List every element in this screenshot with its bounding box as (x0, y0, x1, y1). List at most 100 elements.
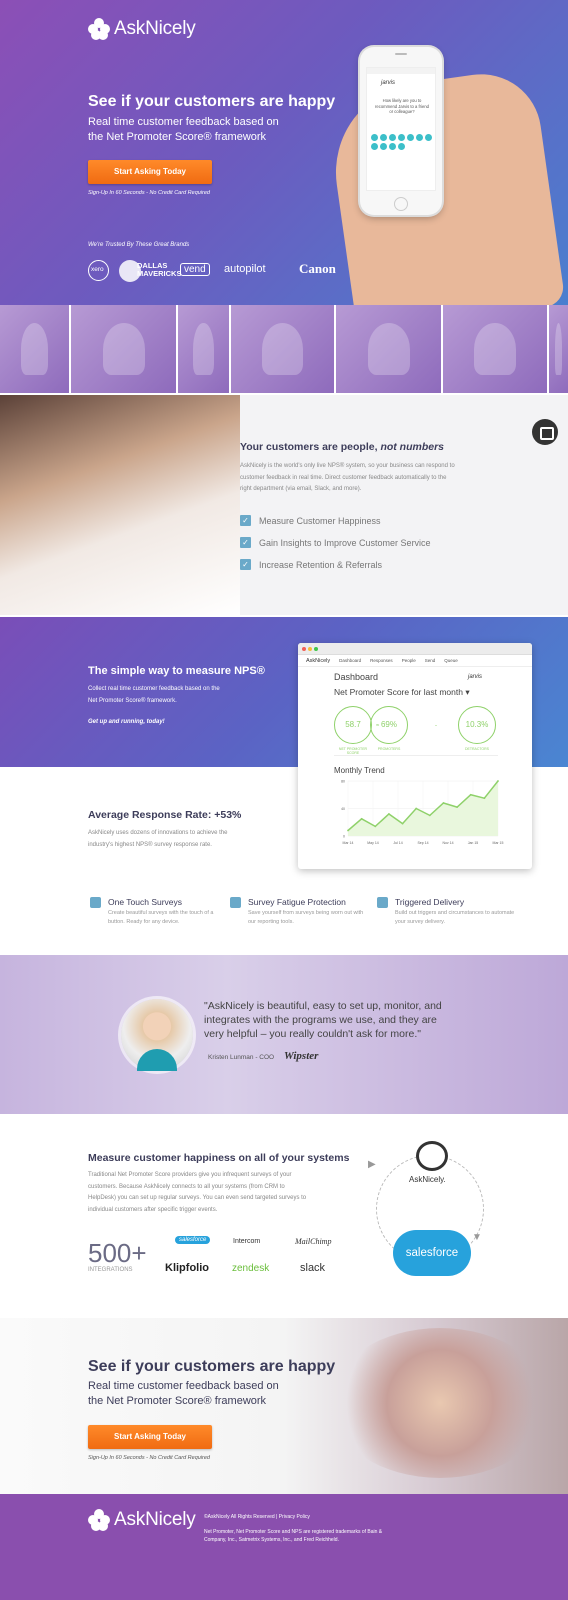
x-tick-label: Jan 15 (468, 841, 479, 845)
testimonial-quote: "AskNicely is beautiful, easy to set up,… (204, 1000, 442, 1040)
hero-title: See if your customers are happy (88, 93, 336, 110)
nav-send[interactable]: Send (425, 658, 436, 663)
nps-body: Collect real time customer feedback base… (88, 686, 220, 704)
mobile-icon (90, 897, 101, 908)
photo (71, 305, 178, 393)
feature-desc: Save yourself from surveys being worn ou… (248, 910, 364, 925)
nps-title: The simple way to measure NPS® (88, 665, 265, 677)
photo (336, 305, 443, 393)
arrow-icon: ▶ (368, 1159, 376, 1170)
trend-point (360, 817, 363, 820)
dallas-mavericks-logo: DALLAS MAVERICKS (137, 261, 182, 278)
integrations-count: 500+ (88, 1238, 147, 1268)
feature-title: Triggered Delivery (395, 897, 465, 907)
chat-bubble-icon (416, 1141, 448, 1171)
klipfolio-logo: Klipfolio (165, 1262, 209, 1274)
footer-legal: Net Promoter, Net Promoter Score and NPS… (204, 1529, 383, 1543)
nav-responses[interactable]: Responses (370, 658, 393, 663)
check-item: ✓ Increase Retention & Referrals (240, 559, 382, 570)
phone-image: jarvis How likely are you to recommend J… (360, 47, 442, 215)
check-item: ✓ Measure Customer Happiness (240, 515, 381, 526)
monthly-trend-chart: 80 40 0 Mar 14 May 14 Jul 14 Sep 14 Nov 14 Jan 1… (341, 780, 504, 846)
nav-dashboard[interactable]: Dashboard (339, 658, 361, 663)
nav-queue[interactable]: Queue (444, 658, 458, 663)
response-rate-title: Average Response Rate: +53% (88, 809, 242, 821)
refresh-icon (377, 897, 388, 908)
checkmark-icon: ✓ (240, 559, 251, 570)
trend-point (442, 802, 445, 804)
feature-desc: Create beautiful surveys with the touch … (108, 910, 214, 925)
systems-title: Measure customer happiness on all of you… (88, 1152, 350, 1164)
score-buttons[interactable] (371, 134, 433, 150)
flower-icon (88, 18, 110, 40)
y-tick-label: 0 (343, 835, 345, 839)
trend-point (401, 822, 404, 825)
footer: AskNicely ©AskNicely All Rights Reserved… (0, 1494, 568, 1600)
footer-copyright[interactable]: ©AskNicely All Rights Reserved | Privacy… (204, 1513, 310, 1521)
slack-logo: slack (300, 1262, 326, 1274)
footer-logo[interactable]: AskNicely (88, 1509, 196, 1531)
nps-tagline: Get up and running, today! (88, 719, 165, 725)
feature-title: Survey Fatigue Protection (248, 897, 346, 907)
salesforce-cloud-logo: salesforce (393, 1230, 471, 1276)
phone-screen: jarvis How likely are you to recommend J… (366, 67, 436, 191)
cta2-title: See if your customers are happy (88, 1358, 336, 1375)
promoters-label: PROMOTERS (377, 747, 401, 751)
detractors-label: DETRACTORS (464, 747, 490, 751)
logo-text: AskNicely (114, 1509, 196, 1530)
response-rate-body: AskNicely uses dozens of innovations to … (88, 830, 228, 848)
trend-point (497, 780, 499, 782)
x-tick-label: May 14 (367, 841, 379, 845)
integrations-label: INTEGRATIONS (88, 1267, 133, 1273)
window-titlebar (298, 643, 532, 655)
hands-phones-photo (330, 1328, 550, 1478)
dashboard-logo: AskNicely (306, 657, 331, 664)
trusted-label: We're Trusted By These Great Brands (88, 242, 190, 248)
y-tick-label: 80 (341, 780, 345, 784)
feature-desc: Build out triggers and circumstances to … (395, 910, 515, 925)
hero-subtitle: Real time customer feedback based on the… (88, 116, 279, 143)
promoters-circle: 69% (370, 706, 408, 744)
avatar (121, 999, 193, 1071)
home-button (394, 197, 408, 211)
trend-point (469, 793, 472, 796)
arrow-icon: ▼ (472, 1232, 482, 1243)
photo (231, 305, 336, 393)
flower-icon (88, 1509, 110, 1531)
wipster-logo: Wipster (284, 1050, 319, 1062)
x-tick-label: Jul 14 (393, 841, 402, 845)
nav-people[interactable]: People (402, 658, 416, 663)
x-tick-label: Nov 14 (442, 841, 453, 845)
trend-point (483, 797, 486, 800)
vend-logo: vend (180, 263, 210, 276)
checkmark-icon: ✓ (240, 537, 251, 548)
systems-body: Traditional Net Promoter Score providers… (88, 1172, 307, 1213)
photo (178, 305, 231, 393)
start-asking-button[interactable]: Start Asking Today (88, 160, 212, 184)
autopilot-logo: autopilot (224, 263, 266, 275)
feature-title: One Touch Surveys (108, 897, 183, 907)
intercom-logo: Intercom (233, 1238, 261, 1245)
asknicely-logo[interactable]: AskNicely (88, 18, 196, 40)
nps-period-select[interactable]: Net Promoter Score for last month ▾ (334, 687, 470, 698)
chat-widget-icon[interactable] (532, 419, 558, 445)
trend-point (428, 814, 431, 817)
trend-title: Monthly Trend (334, 766, 385, 775)
refresh-icon (230, 897, 241, 908)
mailchimp-logo: MailChimp (295, 1237, 332, 1246)
trend-point (388, 813, 390, 815)
xero-logo: xero (88, 260, 109, 281)
x-tick-label: Sep 14 (417, 841, 428, 845)
cta-note: Sign-Up In 60 Seconds - No Credit Card R… (88, 190, 210, 196)
photo (0, 305, 71, 393)
chevron-down-icon: ▾ (465, 687, 470, 697)
x-tick-label: Mar 15 (493, 841, 504, 845)
zendesk-logo: zendesk (232, 1263, 270, 1274)
dashboard-window: AskNicely Dashboard Responses People Sen… (298, 643, 532, 869)
start-asking-button-bottom[interactable]: Start Asking Today (88, 1425, 212, 1449)
checkmark-icon: ✓ (240, 515, 251, 526)
trend-point (347, 829, 349, 832)
asknicely-diagram-label: AskNicely. (409, 1175, 446, 1184)
y-tick-label: 40 (341, 807, 345, 811)
photo-strip (0, 305, 568, 393)
